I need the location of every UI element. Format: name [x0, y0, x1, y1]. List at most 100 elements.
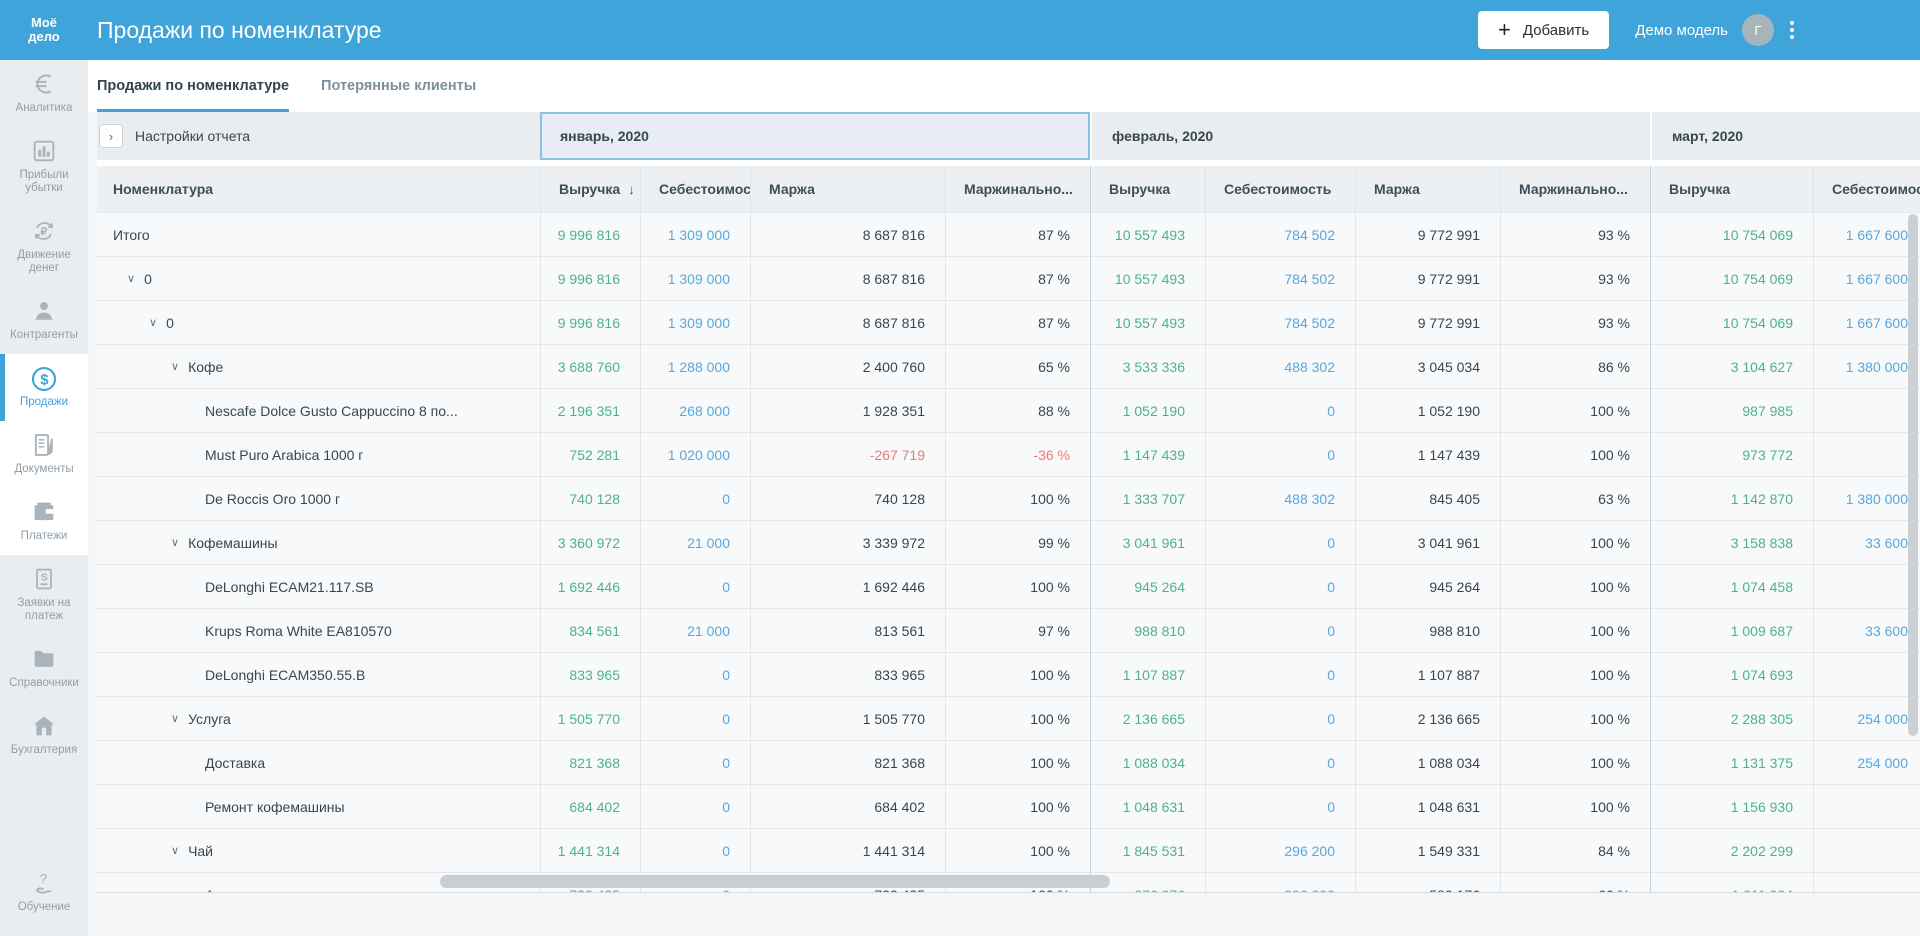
report-table: › Настройки отчета январь, 2020февраль, … [97, 112, 1920, 893]
cell-cost [1813, 433, 1920, 476]
cell-cost: 0 [1205, 521, 1355, 564]
sort-desc-icon[interactable]: ↓ [628, 182, 635, 197]
tab-lost-clients[interactable]: Потерянные клиенты [321, 60, 476, 112]
cell-margin: 845 405 [1355, 477, 1500, 520]
sidebar-item-references[interactable]: Справочники [0, 635, 88, 702]
table-row: ∨09 996 8161 309 0008 687 81687 %10 557 … [97, 300, 1920, 344]
cash-flow-icon: ₽ [3, 217, 85, 246]
cell-cost [1813, 565, 1920, 608]
cell-margin: 1 052 190 [1355, 389, 1500, 432]
sidebar-item-label: Платежи [3, 530, 85, 543]
nomenclature-cell[interactable]: ∨0 [97, 257, 540, 300]
nomenclature-cell[interactable]: ∨ Кофемашины [97, 521, 540, 564]
column-header-rev[interactable]: Выручка [1650, 166, 1813, 212]
cell-margin: 684 402 [750, 785, 945, 828]
account-name[interactable]: Демо модель [1635, 22, 1728, 39]
cell-margin: 945 264 [1355, 565, 1500, 608]
cell-pct: 100 % [1500, 741, 1650, 784]
cell-margin: 3 041 961 [1355, 521, 1500, 564]
cell-rev: 1 074 693 [1650, 653, 1813, 696]
table-row: ∨Чай1 441 31401 441 314100 %1 845 531296… [97, 828, 1920, 872]
cell-cost: 0 [1205, 653, 1355, 696]
app-logo[interactable]: Моё дело [0, 16, 88, 44]
add-button[interactable]: + Добавить [1478, 11, 1609, 49]
month-header[interactable]: март, 2020 [1650, 112, 1920, 160]
table-row: DeLonghi ECAM21.117.SB1 692 44601 692 44… [97, 564, 1920, 608]
nomenclature-cell[interactable]: ∨Услуга [97, 697, 540, 740]
sidebar-item-training[interactable]: ?Обучение [0, 859, 88, 926]
horizontal-scrollbar-thumb[interactable] [440, 875, 1110, 888]
nomenclature-cell[interactable]: ∨0 [97, 301, 540, 344]
column-header-cost[interactable]: Себестоимость [640, 166, 750, 212]
sidebar-item-partners[interactable]: Контрагенты [0, 287, 88, 354]
sidebar-item-sales[interactable]: $Продажи [0, 354, 88, 421]
table-row: De Roccis Oro 1000 г740 1280740 128100 %… [97, 476, 1920, 520]
sidebar-item-cash-flow[interactable]: ₽Движение денег [0, 207, 88, 287]
avatar[interactable]: Г [1742, 14, 1774, 46]
chevron-right-icon[interactable]: › [99, 124, 123, 148]
column-header-cost[interactable]: Себестоимость [1813, 166, 1920, 212]
cell-rev: 9 996 816 [540, 257, 640, 300]
column-header-rev[interactable]: Выручка↓ [540, 166, 640, 212]
sidebar-item-payment-requests[interactable]: SЗаявки на платеж [0, 555, 88, 635]
cell-margin: 1 505 770 [750, 697, 945, 740]
kebab-menu-icon[interactable] [1790, 21, 1794, 39]
chevron-down-icon[interactable]: ∨ [127, 272, 135, 285]
nomenclature-cell: DeLonghi ECAM21.117.SB [97, 565, 540, 608]
cell-rev: 973 772 [1650, 433, 1813, 476]
cell-cost: 0 [1205, 697, 1355, 740]
sidebar-item-payments[interactable]: Платежи [0, 488, 88, 555]
cell-rev: 1 441 314 [540, 829, 640, 872]
month-header[interactable]: январь, 2020 [540, 112, 1090, 160]
sidebar-item-accounting[interactable]: Бухгалтерия [0, 702, 88, 769]
column-header-pct[interactable]: Маржинально... [1500, 166, 1650, 212]
month-header[interactable]: февраль, 2020 [1090, 112, 1650, 160]
cell-cost [1813, 873, 1920, 893]
svg-text:S: S [41, 572, 48, 584]
chevron-down-icon[interactable]: ∨ [171, 360, 179, 373]
column-header-rev[interactable]: Выручка [1090, 166, 1205, 212]
table-row: ∨Кофе3 688 7601 288 0002 400 76065 %3 53… [97, 344, 1920, 388]
cell-cost: 488 302 [1205, 477, 1355, 520]
cell-cost: 296 200 [1205, 829, 1355, 872]
chevron-down-icon[interactable]: ∨ [171, 536, 179, 549]
cell-cost: 254 000 [1813, 697, 1920, 740]
cell-rev: 9 996 816 [540, 213, 640, 256]
row-label: Кофемашины [188, 535, 278, 551]
chevron-down-icon[interactable]: ∨ [171, 712, 179, 725]
cell-cost: 1 667 600 [1813, 213, 1920, 256]
cell-pct: 86 % [1500, 345, 1650, 388]
table-row: DeLonghi ECAM350.55.B833 9650833 965100 … [97, 652, 1920, 696]
cell-cost: 0 [640, 829, 750, 872]
column-header-label: Себестоимость [1832, 181, 1920, 197]
cell-rev: 2 196 351 [540, 389, 640, 432]
row-label: Must Puro Arabica 1000 г [205, 447, 363, 463]
column-header-margin[interactable]: Маржа [1355, 166, 1500, 212]
column-header-margin[interactable]: Маржа [750, 166, 945, 212]
cell-rev: 1 107 887 [1090, 653, 1205, 696]
sidebar-item-documents[interactable]: Документы [0, 421, 88, 488]
cell-cost: 21 000 [640, 521, 750, 564]
cell-rev: 2 136 665 [1090, 697, 1205, 740]
chevron-down-icon[interactable]: ∨ [149, 316, 157, 329]
tab-sales-by-nomenclature[interactable]: Продажи по номенклатуре [97, 60, 289, 112]
column-header-cost[interactable]: Себестоимость [1205, 166, 1355, 212]
nomenclature-cell[interactable]: ∨Кофе [97, 345, 540, 388]
column-header-pct[interactable]: Маржинально... [945, 166, 1090, 212]
payments-icon [3, 498, 85, 527]
nomenclature-cell[interactable]: ∨Чай [97, 829, 540, 872]
sidebar-item-analytics[interactable]: Аналитика [0, 60, 88, 127]
cell-rev: 1 845 531 [1090, 829, 1205, 872]
cell-cost: 0 [640, 697, 750, 740]
cell-rev: 1 088 034 [1090, 741, 1205, 784]
nomenclature-cell: Итого [97, 213, 540, 256]
cell-margin: 8 687 816 [750, 257, 945, 300]
vertical-scrollbar-thumb[interactable] [1908, 214, 1918, 736]
row-label: DeLonghi ECAM21.117.SB [205, 579, 374, 595]
sidebar-item-profit-loss[interactable]: Прибыли убытки [0, 127, 88, 207]
chevron-down-icon[interactable]: ∨ [171, 844, 179, 857]
cell-margin: 1 549 331 [1355, 829, 1500, 872]
cell-rev: 987 985 [1650, 389, 1813, 432]
cell-margin: 821 368 [750, 741, 945, 784]
cell-pct: 100 % [1500, 389, 1650, 432]
